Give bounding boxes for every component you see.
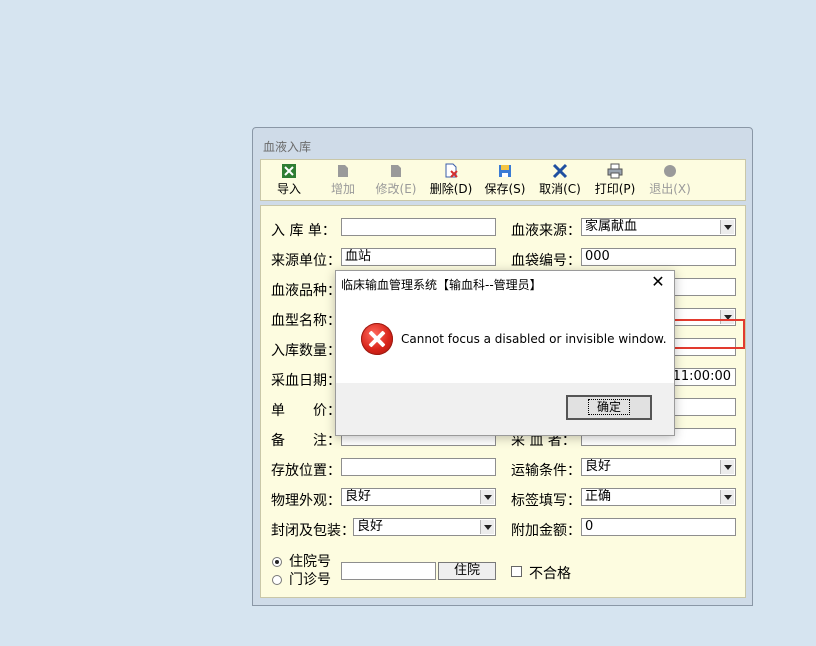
source-unit-label: 来源单位：: [271, 253, 341, 269]
exit-icon: [662, 163, 678, 179]
unqualified-checkbox[interactable]: [511, 566, 522, 577]
blood-kind-label: 血液品种：: [271, 283, 341, 299]
chevron-down-icon: [720, 490, 734, 504]
inpatient-radio-label: 住院号: [289, 554, 331, 570]
transport-label: 运输条件：: [511, 463, 581, 479]
dialog-footer: 确定: [336, 383, 674, 435]
extra-fee-label: 附加金额：: [511, 523, 581, 539]
cancel-icon: [552, 163, 568, 179]
inpatient-radio[interactable]: [272, 557, 282, 567]
print-button[interactable]: 打印(P): [593, 163, 637, 199]
remark-label: 备 注：: [271, 433, 341, 449]
price-label: 单 价：: [271, 403, 341, 419]
error-dialog: 临床输血管理系统【输血科--管理员】 ✕ Cannot focus a disa…: [335, 270, 675, 436]
receipt-label: 入 库 单：: [271, 223, 336, 239]
outpatient-radio-label: 门诊号: [289, 572, 331, 588]
print-label: 打印(P): [594, 182, 636, 196]
add-button[interactable]: 增加: [321, 163, 365, 199]
cancel-label: 取消(C): [539, 182, 581, 196]
label-fill-value: 正确: [585, 489, 612, 504]
exit-label: 退出(X): [649, 182, 691, 196]
close-icon[interactable]: ✕: [650, 273, 666, 291]
quantity-label: 入库数量：: [271, 343, 341, 359]
label-fill-select[interactable]: 正确: [581, 488, 736, 506]
edit-button[interactable]: 修改(E): [374, 163, 418, 199]
transport-select[interactable]: 良好: [581, 458, 736, 476]
appearance-select[interactable]: 良好: [341, 488, 496, 506]
receipt-input[interactable]: [341, 218, 496, 236]
delete-label: 删除(D): [429, 182, 473, 196]
save-button[interactable]: 保存(S): [483, 163, 527, 199]
source-unit-input[interactable]: 血站: [341, 248, 496, 266]
delete-button[interactable]: 删除(D): [429, 163, 473, 199]
patient-search-button[interactable]: 住院: [438, 562, 496, 580]
add-label: 增加: [330, 182, 355, 196]
transport-value: 良好: [585, 459, 612, 474]
bag-no-input[interactable]: 000: [581, 248, 736, 266]
bag-no-label: 血袋编号：: [511, 253, 581, 269]
delete-doc-icon: [443, 163, 459, 179]
toolbar: 导入 增加 修改(E) 删除(D) 保存(S) 取消(C) 打印(P) 退出(X…: [260, 159, 746, 201]
appearance-value: 良好: [345, 489, 372, 504]
add-doc-icon: [335, 163, 351, 179]
storage-label: 存放位置：: [271, 463, 341, 479]
seal-label: 封闭及包装：: [271, 523, 355, 539]
patient-no-input[interactable]: [341, 562, 436, 580]
import-label: 导入: [276, 182, 301, 196]
storage-input[interactable]: [341, 458, 496, 476]
outpatient-radio[interactable]: [272, 575, 282, 585]
seal-value: 良好: [357, 519, 384, 534]
unqualified-label: 不合格: [529, 566, 571, 582]
edit-label: 修改(E): [375, 182, 417, 196]
cancel-button[interactable]: 取消(C): [538, 163, 582, 199]
exit-button[interactable]: 退出(X): [648, 163, 692, 199]
blood-source-label: 血液来源：: [511, 223, 581, 239]
excel-icon: [281, 163, 297, 179]
error-icon: [361, 323, 393, 355]
edit-doc-icon: [388, 163, 404, 179]
label-fill-label: 标签填写：: [511, 493, 581, 509]
extra-fee-input[interactable]: 0: [581, 518, 736, 536]
window-title: 血液入库: [263, 140, 312, 154]
dialog-title: 临床输血管理系统【输血科--管理员】: [341, 278, 542, 292]
blood-source-value: 家属献血: [585, 219, 638, 234]
import-button[interactable]: 导入: [267, 163, 311, 199]
blood-type-label: 血型名称：: [271, 313, 341, 329]
dialog-message: Cannot focus a disabled or invisible win…: [401, 332, 667, 346]
collect-date-label: 采血日期：: [271, 373, 341, 389]
chevron-down-icon: [480, 520, 494, 534]
ok-button[interactable]: 确定: [566, 395, 652, 420]
chevron-down-icon: [720, 220, 734, 234]
chevron-down-icon: [480, 490, 494, 504]
appearance-label: 物理外观：: [271, 493, 341, 509]
chevron-down-icon: [720, 460, 734, 474]
save-icon: [497, 163, 513, 179]
save-label: 保存(S): [484, 182, 526, 196]
printer-icon: [607, 163, 623, 179]
blood-source-select[interactable]: 家属献血: [581, 218, 736, 236]
seal-select[interactable]: 良好: [353, 518, 496, 536]
ok-label: 确定: [587, 399, 630, 415]
